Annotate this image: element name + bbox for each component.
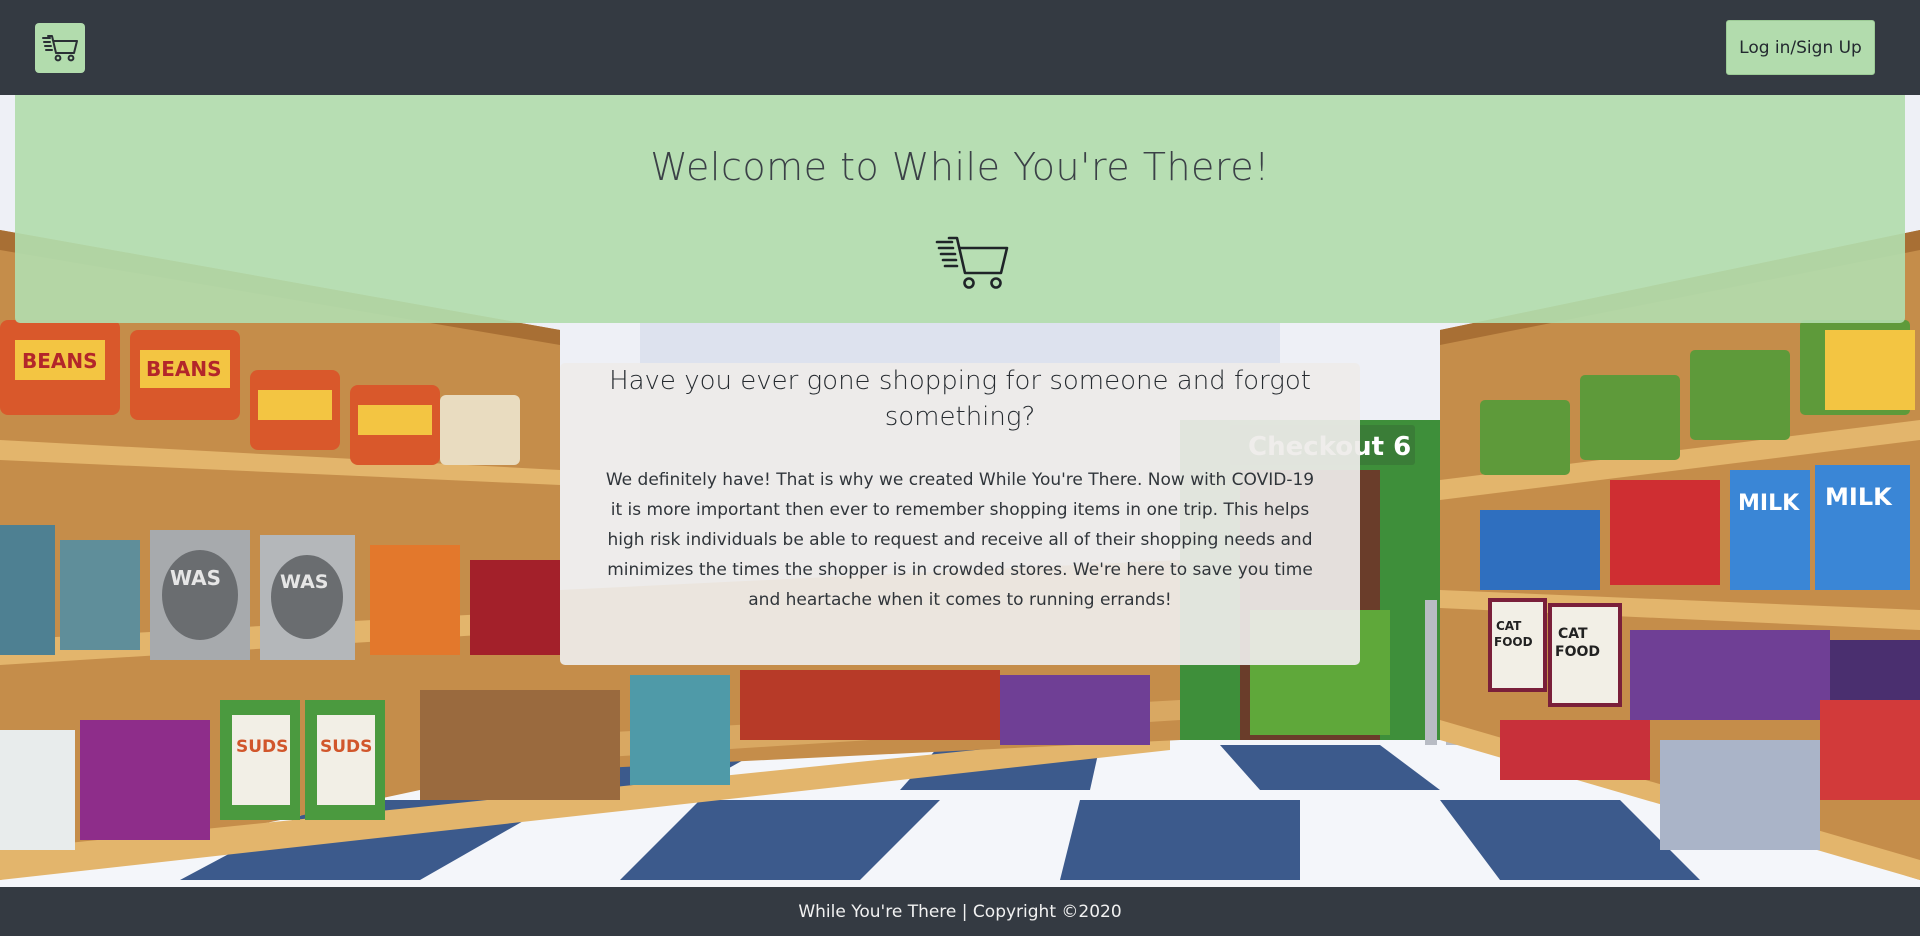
navbar: Log in/Sign Up <box>0 0 1920 95</box>
svg-text:SUDS: SUDS <box>236 737 288 757</box>
login-signup-button[interactable]: Log in/Sign Up <box>1726 20 1875 75</box>
svg-text:WAS: WAS <box>170 566 221 590</box>
welcome-banner: Welcome to While You're There! <box>15 95 1905 323</box>
svg-text:BEANS: BEANS <box>146 357 222 381</box>
svg-text:FOOD: FOOD <box>1555 644 1600 660</box>
shopping-cart-icon <box>42 35 78 62</box>
about-body: We definitely have! That is why we creat… <box>605 470 1315 610</box>
footer: While You're There | Copyright ©2020 <box>0 887 1920 936</box>
svg-text:CAT: CAT <box>1558 626 1588 642</box>
svg-text:FOOD: FOOD <box>1494 635 1533 649</box>
svg-text:MILK: MILK <box>1738 491 1800 516</box>
about-heading: Have you ever gone shopping for someone … <box>609 366 1311 432</box>
svg-text:BEANS: BEANS <box>22 349 98 373</box>
footer-copyright: While You're There | Copyright ©2020 <box>798 901 1122 922</box>
svg-text:WAS: WAS <box>280 571 329 593</box>
svg-text:MILK: MILK <box>1825 483 1893 511</box>
shopping-cart-icon <box>935 236 1009 289</box>
home-logo-button[interactable] <box>35 23 85 73</box>
svg-text:SUDS: SUDS <box>320 737 372 757</box>
page-title: Welcome to While You're There! <box>650 145 1270 189</box>
about-card: Have you ever gone shopping for someone … <box>560 363 1360 665</box>
svg-text:CAT: CAT <box>1496 619 1522 633</box>
